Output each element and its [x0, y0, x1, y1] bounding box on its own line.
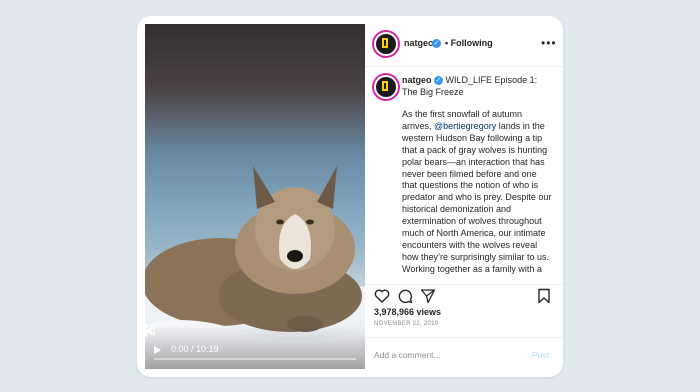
verified-badge-icon: ✓	[434, 76, 444, 86]
bookmark-icon[interactable]	[536, 288, 552, 304]
post-comment-button[interactable]: Post	[532, 350, 549, 360]
post-date: NOVEMBER 22, 2019	[374, 321, 439, 327]
verified-badge-icon: ✓	[432, 39, 441, 48]
natgeo-logo-icon	[382, 38, 388, 48]
caption-body: As the first snowfall of autumn arrives,…	[402, 109, 552, 277]
more-options-icon[interactable]: •••	[541, 37, 557, 49]
video-player[interactable]: 0:00 / 10:19	[145, 24, 365, 369]
video-progress-bar[interactable]	[154, 358, 356, 360]
view-count[interactable]: 3,978,966 views	[374, 307, 441, 317]
natgeo-logo-icon	[382, 81, 388, 91]
video-controls: 0:00 / 10:19	[145, 325, 365, 369]
avatar[interactable]	[374, 32, 398, 56]
comment-section: Add a comment... Post	[365, 337, 563, 377]
play-icon[interactable]	[154, 346, 161, 354]
comment-input[interactable]: Add a comment...	[374, 350, 441, 360]
wolf-image	[145, 166, 365, 369]
more-vertical-icon[interactable]	[145, 325, 148, 337]
actions-divider	[365, 284, 563, 305]
share-icon[interactable]	[420, 288, 436, 304]
caption-avatar[interactable]	[374, 75, 398, 99]
instagram-post-card: 0:00 / 10:19 natgeo ✓ • Following ••• na…	[137, 16, 563, 377]
heart-icon[interactable]	[374, 288, 390, 304]
username[interactable]: natgeo	[404, 38, 434, 48]
caption-text: lands in the western Hudson Bay followin…	[402, 120, 552, 277]
mention-link[interactable]: @bertiegregory	[434, 121, 496, 131]
video-time: 0:00 / 10:19	[171, 344, 219, 354]
following-button[interactable]: • Following	[445, 38, 493, 48]
post-sidebar: natgeo ✓ • Following ••• natgeo ✓ WILD_L…	[365, 16, 563, 377]
post-header: natgeo ✓ • Following •••	[365, 16, 563, 67]
comment-icon[interactable]	[397, 288, 413, 304]
caption-header: natgeo ✓ WILD_LIFE Episode 1: The Big Fr…	[402, 75, 550, 99]
caption-username[interactable]: natgeo	[402, 75, 432, 85]
